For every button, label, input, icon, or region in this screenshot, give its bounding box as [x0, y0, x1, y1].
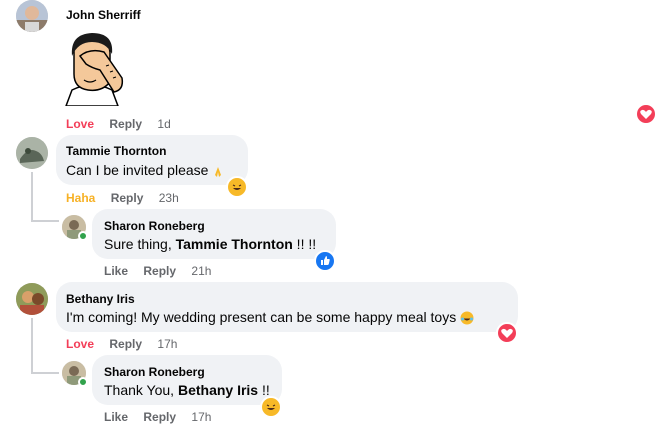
comment-author[interactable]: Tammie Thornton — [66, 144, 166, 158]
avatar-john-sherriff[interactable] — [16, 0, 48, 32]
comment-actions: Love Reply 1d — [66, 117, 183, 131]
haha-reaction-icon[interactable] — [226, 176, 248, 198]
online-status-indicator — [78, 231, 88, 241]
comment-actions: Like Reply 17h — [104, 410, 223, 424]
timestamp[interactable]: 17h — [191, 410, 211, 424]
heart-reaction-icon[interactable] — [635, 103, 657, 125]
timestamp[interactable]: 17h — [157, 337, 177, 351]
facepalm-sticker — [62, 30, 128, 107]
comment-text-prefix: Sure thing, — [104, 236, 176, 252]
comment-text-content: Can I be invited please — [66, 162, 209, 178]
thread-line — [31, 372, 59, 374]
comment-text-content: I'm coming! My wedding present can be so… — [66, 309, 457, 325]
online-status-indicator — [78, 377, 88, 387]
comment-author[interactable]: Sharon Roneberg — [104, 219, 205, 233]
thread-line — [31, 172, 33, 222]
comment-actions: Love Reply 17h — [66, 337, 189, 351]
thread-line — [31, 220, 59, 222]
comment-bubble: Bethany Iris I'm coming! My wedding pres… — [56, 282, 518, 332]
like-reaction-icon[interactable] — [314, 250, 336, 272]
comment-author[interactable]: Bethany Iris — [66, 292, 135, 306]
reply-link[interactable]: Reply — [109, 337, 142, 351]
comment-text: Sure thing, Tammie Thornton !! !! — [104, 236, 316, 252]
avatar-bethany-iris[interactable] — [16, 283, 48, 315]
love-link[interactable]: Love — [66, 337, 94, 351]
comment-text-prefix: Thank You, — [104, 382, 178, 398]
like-link[interactable]: Like — [104, 264, 128, 278]
reply-link[interactable]: Reply — [143, 410, 176, 424]
timestamp[interactable]: 21h — [191, 264, 211, 278]
reply-link[interactable]: Reply — [109, 117, 142, 131]
comment-text: Can I be invited please — [66, 162, 224, 178]
comment-actions: Like Reply 21h — [104, 264, 223, 278]
comment-author[interactable]: Sharon Roneberg — [104, 365, 205, 379]
comment-text-suffix: !! !! — [292, 236, 317, 252]
mention-link[interactable]: Bethany Iris — [178, 382, 258, 398]
comment-text: Thank You, Bethany Iris !! — [104, 382, 270, 398]
timestamp[interactable]: 23h — [159, 191, 179, 205]
comment-text: I'm coming! My wedding present can be so… — [66, 309, 474, 325]
comment-bubble: Sharon Roneberg Thank You, Bethany Iris … — [92, 355, 282, 405]
reply-link[interactable]: Reply — [143, 264, 176, 278]
comment-bubble: Sharon Roneberg Sure thing, Tammie Thorn… — [92, 209, 336, 259]
laughing-emoji-icon — [460, 311, 474, 325]
comment-actions: Haha Reply 23h — [66, 191, 191, 205]
avatar-tammie-thornton[interactable] — [16, 137, 48, 169]
haha-reaction-icon[interactable] — [260, 396, 282, 418]
heart-reaction-icon[interactable] — [496, 322, 518, 344]
comment-bubble: Tammie Thornton Can I be invited please — [56, 135, 248, 185]
love-link[interactable]: Love — [66, 117, 94, 131]
like-link[interactable]: Like — [104, 410, 128, 424]
pray-emoji-icon — [212, 165, 224, 178]
thread-line — [31, 318, 33, 374]
haha-link[interactable]: Haha — [66, 191, 95, 205]
timestamp[interactable]: 1d — [157, 117, 170, 131]
mention-link[interactable]: Tammie Thornton — [176, 236, 293, 252]
comment-author[interactable]: John Sherriff — [66, 8, 141, 22]
reply-link[interactable]: Reply — [111, 191, 144, 205]
